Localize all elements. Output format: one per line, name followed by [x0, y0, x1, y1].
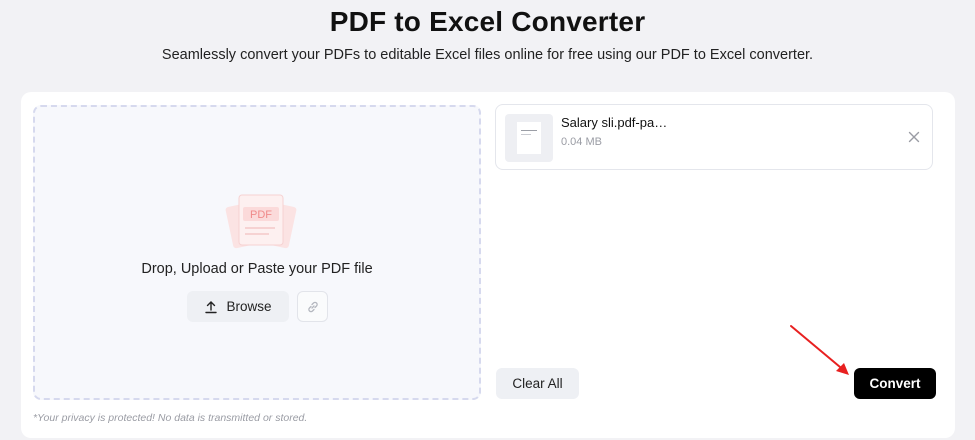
- page-title: PDF to Excel Converter: [329, 6, 646, 37]
- pdf-file-illustration-icon: PDF: [225, 194, 297, 249]
- file-name: Salary sli.pdf-pa…: [561, 115, 668, 130]
- link-icon: [307, 301, 318, 312]
- file-list-item: Salary sli.pdf-pa… 0.04 MB: [495, 104, 933, 170]
- converter-card: PDF Drop, Upload or Paste your PDF file …: [21, 92, 955, 438]
- privacy-note: *Your privacy is protected! No data is t…: [33, 412, 308, 424]
- close-icon[interactable]: [906, 129, 922, 145]
- page-subtitle: Seamlessly convert your PDFs to editable…: [161, 47, 814, 63]
- upload-dropzone[interactable]: PDF Drop, Upload or Paste your PDF file …: [33, 105, 481, 400]
- dropzone-prompt: Drop, Upload or Paste your PDF file: [141, 261, 373, 277]
- browse-label: Browse: [226, 299, 272, 314]
- file-thumbnail: [505, 114, 553, 162]
- pdf-illustration-label: PDF: [250, 209, 272, 221]
- browse-button[interactable]: Browse: [187, 291, 289, 322]
- clear-all-button[interactable]: Clear All: [496, 368, 579, 399]
- paste-link-button[interactable]: [297, 291, 328, 322]
- upload-icon: [205, 300, 218, 313]
- convert-button[interactable]: Convert: [854, 368, 936, 399]
- red-arrow-annotation-icon: [790, 325, 849, 375]
- document-preview-icon: [517, 122, 541, 154]
- file-size: 0.04 MB: [561, 136, 602, 148]
